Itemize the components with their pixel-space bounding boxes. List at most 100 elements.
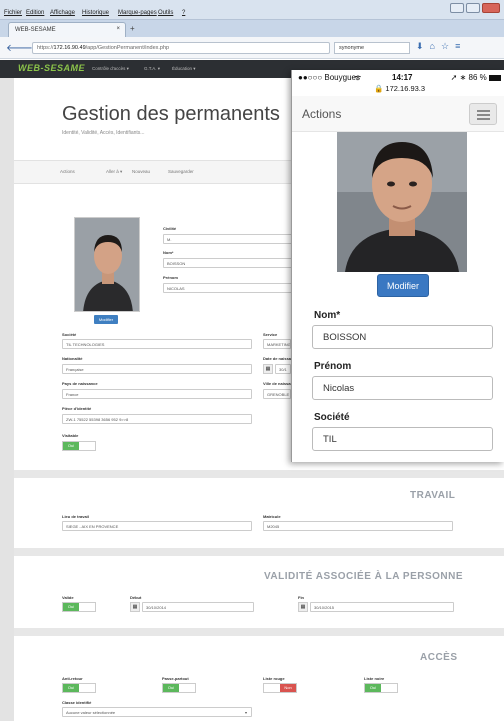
naissance-label: Date de naissance: [263, 356, 291, 361]
menu-edition[interactable]: Edition: [26, 10, 44, 16]
back-arrow-icon[interactable]: 🡐: [6, 42, 33, 54]
home-icon[interactable]: ⌂: [430, 41, 435, 52]
valide-label: Valide: [62, 595, 74, 600]
debut-field[interactable]: 30/10/2014: [142, 602, 254, 612]
menu-fichier[interactable]: Fichier: [4, 10, 22, 16]
section-divider: [14, 548, 504, 556]
phone-prenom-label: Prénom: [314, 361, 352, 372]
person-photo: [74, 217, 140, 312]
classe-label: Classe identifié: [62, 700, 92, 705]
app-logo[interactable]: WEB-SESAME: [18, 63, 85, 73]
listenoire-toggle[interactable]: Oui: [364, 683, 398, 693]
societe-field[interactable]: TIL TECHNOLOGIES: [62, 339, 252, 349]
browser-menubar: Fichier Edition Affichage Historique Mar…: [0, 0, 504, 20]
menu-outils[interactable]: Outils: [158, 10, 173, 16]
carrier-label: ●●○○○ Bouygues: [298, 73, 360, 82]
edit-photo-button[interactable]: Modifier: [94, 315, 118, 324]
listerouge-label: Liste rouge: [263, 676, 285, 681]
phone-nom-label: Nom*: [314, 310, 341, 321]
piece-field[interactable]: ZW-1 75522 55398 3656 952 9>>8: [62, 414, 252, 424]
fin-label: Fin: [298, 595, 304, 600]
phone-edit-photo-button[interactable]: Modifier: [377, 274, 429, 297]
passepartout-on: Oui: [163, 684, 179, 692]
hamburger-menu-icon[interactable]: [469, 103, 497, 125]
calendar-icon[interactable]: ▦: [263, 364, 273, 374]
phone-url: 🔒 172.16.93.3: [374, 84, 426, 93]
person-photo-image: [75, 218, 139, 311]
valide-toggle[interactable]: Oui: [62, 602, 96, 612]
passepartout-toggle[interactable]: Oui: [162, 683, 196, 693]
save-button[interactable]: Sauvegarder: [168, 169, 194, 174]
page-subtitle: Identité, Validité, Accès, Identifiants.…: [62, 130, 145, 136]
menu-marque-pages[interactable]: Marque-pages: [118, 10, 157, 16]
url-bar[interactable]: https://172.16.90.49/app/GestionPermanen…: [32, 42, 330, 54]
left-gutter: [0, 78, 14, 721]
matricule-label: Matricule: [263, 514, 281, 519]
section-divider: [14, 470, 504, 478]
prenom-field[interactable]: NICOLAS: [163, 283, 293, 293]
service-label: Service: [263, 332, 278, 337]
nav-education[interactable]: Éducation ▾: [172, 66, 196, 72]
listerouge-toggle[interactable]: Non: [263, 683, 297, 693]
tab-close-icon[interactable]: ×: [116, 26, 120, 32]
phone-nom-field[interactable]: BOISSON: [312, 325, 493, 349]
new-button[interactable]: Nouveau: [132, 169, 150, 174]
menu-aide[interactable]: ?: [182, 10, 185, 16]
pays-label: Pays de naissance: [62, 381, 98, 386]
visitable-toggle[interactable]: Oui: [62, 441, 96, 451]
pays-field[interactable]: France: [62, 389, 252, 399]
classe-select[interactable]: Aucune valeur sélectionnée ▾: [62, 707, 252, 717]
phone-status-bar: ●●○○○ Bouygues ᯤ 14:17 🔒 172.16.93.3 ➚ ∗…: [292, 70, 504, 96]
calendar-icon[interactable]: ▦: [298, 602, 308, 612]
phone-title: Actions: [302, 107, 342, 121]
toolbar-icons: ⬇ ⌂ ☆ ≡: [416, 41, 460, 52]
nav-gta[interactable]: G.T.A. ▾: [144, 66, 160, 72]
phone-navbar: Actions: [292, 96, 504, 132]
prenom-label: Prénom: [163, 275, 178, 280]
actions-label: Actions: [60, 169, 75, 174]
visitable-label: Visitable: [62, 433, 79, 438]
search-input[interactable]: synonyme: [334, 42, 410, 54]
nom-field[interactable]: BOISSON: [163, 258, 293, 268]
bookmark-star-icon[interactable]: ☆: [441, 41, 449, 52]
valide-on: Oui: [63, 603, 79, 611]
nom-label: Nom*: [163, 250, 174, 255]
new-tab-button[interactable]: +: [130, 24, 135, 33]
menu-historique[interactable]: Historique: [82, 10, 109, 16]
phone-societe-field[interactable]: TIL: [312, 427, 493, 451]
nationalite-label: Nationalité: [62, 356, 83, 361]
phone-time: 14:17: [392, 73, 413, 82]
download-icon[interactable]: ⬇: [416, 41, 424, 52]
ville-label: Ville de naissance: [263, 381, 291, 386]
nationalite-field[interactable]: Française: [62, 364, 252, 374]
ville-field[interactable]: GRENOBLE: [263, 389, 291, 399]
lieu-field[interactable]: SIEGE - AIX EN PROVENCE: [62, 521, 252, 531]
service-field[interactable]: MARKETING: [263, 339, 291, 349]
passepartout-label: Passe-partout: [162, 676, 189, 681]
societe-label: Société: [62, 332, 77, 337]
phone-prenom-field[interactable]: Nicolas: [312, 376, 493, 400]
maximize-button[interactable]: [466, 3, 480, 13]
civilite-label: Civilité: [163, 226, 177, 231]
wifi-icon: ᯤ: [354, 73, 362, 82]
antiretour-toggle[interactable]: Oui: [62, 683, 96, 693]
battery-level: ➚ ∗ 86 %: [451, 73, 501, 82]
section-divider: [14, 628, 504, 636]
menu-icon[interactable]: ≡: [455, 41, 460, 52]
travail-title: TRAVAIL: [410, 490, 456, 501]
goto-dropdown[interactable]: Aller à ▾: [106, 169, 122, 175]
battery-text: 86 %: [468, 73, 487, 82]
civilite-select[interactable]: M.: [163, 234, 293, 244]
browser-tab[interactable]: WEB-SESAME ×: [8, 22, 126, 37]
nav-controle-acces[interactable]: Contrôle d'accès ▾: [92, 66, 129, 72]
fin-field[interactable]: 30/10/2015: [310, 602, 454, 612]
close-window-button[interactable]: [482, 3, 500, 13]
url-prefix: https://: [37, 45, 54, 51]
calendar-icon[interactable]: ▦: [130, 602, 140, 612]
listenoire-on: Oui: [365, 684, 381, 692]
naissance-field[interactable]: 30/1: [275, 364, 291, 374]
menu-affichage[interactable]: Affichage: [50, 10, 75, 16]
listenoire-label: Liste noire: [364, 676, 385, 681]
matricule-field[interactable]: M2045: [263, 521, 453, 531]
minimize-button[interactable]: [450, 3, 464, 13]
